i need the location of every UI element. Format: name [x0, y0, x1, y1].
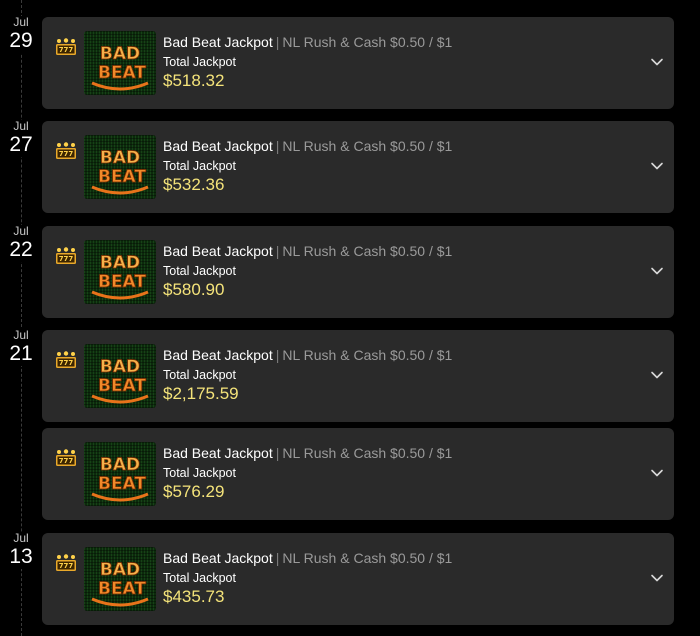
chevron-down-icon[interactable]	[650, 55, 664, 69]
logo-line1: BAD	[100, 44, 140, 64]
jackpot-name: Bad Beat Jackpot	[163, 34, 273, 50]
jackpot-card[interactable]: 777 BAD BEAT Bad Beat Jackpot | NL Rush & …	[42, 226, 674, 318]
bad-beat-logo: BAD BEAT	[84, 442, 156, 506]
logo-line1: BAD	[100, 357, 140, 377]
chevron-down-icon[interactable]	[650, 466, 664, 480]
date-day: 27	[9, 133, 33, 156]
logo-line1: BAD	[100, 148, 140, 168]
bad-beat-logo: BAD BEAT	[84, 240, 156, 304]
svg-text:777: 777	[59, 457, 74, 465]
jackpot-amount: $532.36	[163, 175, 225, 194]
jackpot-name: Bad Beat Jackpot	[163, 550, 273, 566]
chevron-down-icon[interactable]	[650, 368, 664, 382]
jackpot-card[interactable]: 777 BAD BEAT Bad Beat Jackpot | NL Rush & …	[42, 330, 674, 422]
game-name: NL Rush & Cash $0.50 / $1	[282, 138, 453, 154]
svg-text:777: 777	[59, 46, 74, 54]
jackpot-name: Bad Beat Jackpot	[163, 445, 273, 461]
jackpot-name: Bad Beat Jackpot	[163, 138, 273, 154]
total-jackpot-label: Total Jackpot	[163, 159, 236, 173]
date-month: Jul	[13, 328, 29, 342]
slot-777-icon: 777	[55, 247, 77, 265]
date-marker: Jul 21	[0, 329, 42, 366]
bad-beat-logo: BAD BEAT	[84, 547, 156, 611]
game-name: NL Rush & Cash $0.50 / $1	[282, 34, 453, 50]
total-jackpot-label: Total Jackpot	[163, 368, 236, 382]
bad-beat-logo: BAD BEAT	[84, 31, 156, 95]
logo-line2: BEAT	[98, 474, 146, 494]
logo-line1: BAD	[100, 253, 140, 273]
svg-text:777: 777	[59, 359, 74, 367]
jackpot-card[interactable]: 777 BAD BEAT Bad Beat Jackpot | NL Rush & …	[42, 121, 674, 213]
bad-beat-logo: BAD BEAT	[84, 135, 156, 199]
game-name: NL Rush & Cash $0.50 / $1	[282, 445, 453, 461]
game-name: NL Rush & Cash $0.50 / $1	[282, 347, 453, 363]
jackpot-name: Bad Beat Jackpot	[163, 243, 273, 259]
logo-line1: BAD	[100, 560, 140, 580]
slot-777-icon: 777	[55, 142, 77, 160]
chevron-down-icon[interactable]	[650, 571, 664, 585]
date-day: 13	[9, 545, 33, 568]
logo-line1: BAD	[100, 455, 140, 475]
card-title: Bad Beat Jackpot | NL Rush & Cash $0.50 / …	[163, 33, 452, 51]
title-separator: |	[275, 34, 280, 50]
date-marker: Jul 29	[0, 16, 42, 53]
title-separator: |	[275, 550, 280, 566]
jackpot-amount: $576.29	[163, 482, 225, 501]
card-title: Bad Beat Jackpot | NL Rush & Cash $0.50 / …	[163, 137, 452, 155]
date-marker: Jul 27	[0, 120, 42, 157]
jackpot-card[interactable]: 777 BAD BEAT Bad Beat Jackpot | NL Rush & …	[42, 533, 674, 625]
card-title: Bad Beat Jackpot | NL Rush & Cash $0.50 / …	[163, 549, 452, 567]
date-month: Jul	[13, 224, 29, 238]
slot-777-icon: 777	[55, 449, 77, 467]
slot-777-icon: 777	[55, 554, 77, 572]
title-separator: |	[275, 243, 280, 259]
bad-beat-logo: BAD BEAT	[84, 344, 156, 408]
total-jackpot-label: Total Jackpot	[163, 571, 236, 585]
title-separator: |	[275, 347, 280, 363]
date-month: Jul	[13, 119, 29, 133]
total-jackpot-label: Total Jackpot	[163, 466, 236, 480]
slot-777-icon: 777	[55, 38, 77, 56]
game-name: NL Rush & Cash $0.50 / $1	[282, 550, 453, 566]
date-day: 21	[9, 342, 33, 365]
date-marker: Jul 13	[0, 532, 42, 569]
jackpot-card[interactable]: 777 BAD BEAT Bad Beat Jackpot | NL Rush & …	[42, 428, 674, 520]
svg-text:777: 777	[59, 255, 74, 263]
title-separator: |	[275, 445, 280, 461]
jackpot-card[interactable]: 777 BAD BEAT Bad Beat Jackpot | NL Rush & …	[42, 17, 674, 109]
date-day: 29	[9, 29, 33, 52]
card-title: Bad Beat Jackpot | NL Rush & Cash $0.50 / …	[163, 242, 452, 260]
total-jackpot-label: Total Jackpot	[163, 264, 236, 278]
svg-text:777: 777	[59, 150, 74, 158]
logo-line2: BEAT	[98, 376, 146, 396]
logo-line2: BEAT	[98, 63, 146, 83]
logo-line2: BEAT	[98, 579, 146, 599]
jackpot-name: Bad Beat Jackpot	[163, 347, 273, 363]
title-separator: |	[275, 138, 280, 154]
svg-text:777: 777	[59, 562, 74, 570]
card-title: Bad Beat Jackpot | NL Rush & Cash $0.50 / …	[163, 346, 452, 364]
total-jackpot-label: Total Jackpot	[163, 55, 236, 69]
date-day: 22	[9, 238, 33, 261]
chevron-down-icon[interactable]	[650, 264, 664, 278]
jackpot-amount: $518.32	[163, 71, 225, 90]
logo-line2: BEAT	[98, 272, 146, 292]
date-month: Jul	[13, 531, 29, 545]
date-month: Jul	[13, 15, 29, 29]
date-marker: Jul 22	[0, 225, 42, 262]
jackpot-amount: $435.73	[163, 587, 225, 606]
logo-line2: BEAT	[98, 167, 146, 187]
slot-777-icon: 777	[55, 351, 77, 369]
jackpot-amount: $580.90	[163, 280, 225, 299]
game-name: NL Rush & Cash $0.50 / $1	[282, 243, 453, 259]
chevron-down-icon[interactable]	[650, 159, 664, 173]
card-title: Bad Beat Jackpot | NL Rush & Cash $0.50 / …	[163, 444, 452, 462]
jackpot-amount: $2,175.59	[163, 384, 239, 403]
